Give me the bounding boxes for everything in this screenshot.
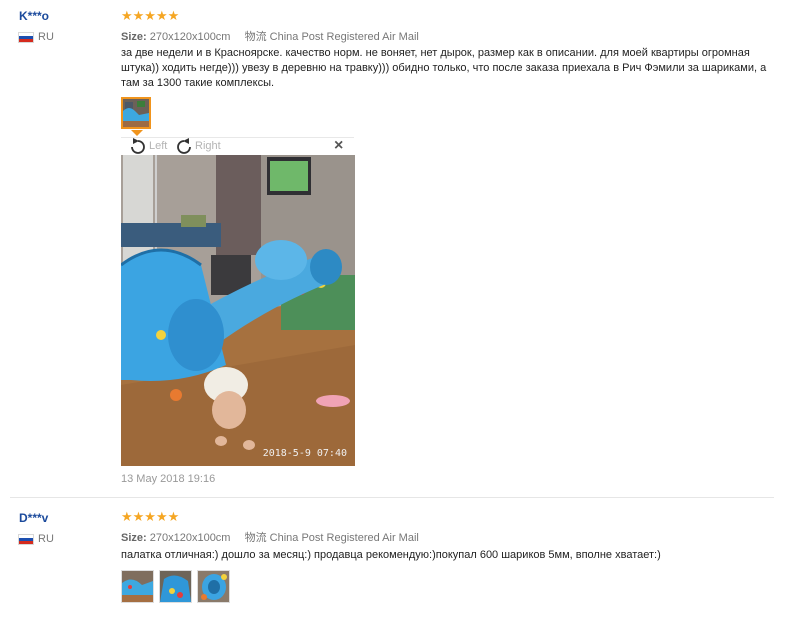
thumbnail-image [198,571,229,602]
review-photo-thumbnail[interactable] [121,570,154,603]
review-divider [10,497,774,498]
review-meta: Size: 270x120x100cm 物流 China Post Regist… [121,529,419,545]
rating-stars: ★★★★★ [121,8,180,23]
size-label: Size: [121,31,147,43]
thumbnail-pointer [131,130,143,136]
review-date: 13 May 2018 19:16 [121,473,216,485]
review-text: за две недели и в Красноярске. качество … [121,47,767,89]
enlarged-review-photo[interactable]: 2018-5-9 07:40 [121,155,355,466]
reviewer-country: RU [38,533,54,545]
shipping-method: 物流 China Post Registered Air Mail [244,31,419,43]
russia-flag-icon [18,534,34,545]
photo-image [121,155,355,466]
thumbnail-image [122,571,153,602]
size-value: 270x120x100cm [149,532,231,544]
size-value: 270x120x100cm [149,31,231,43]
review-photo-thumbnail[interactable] [121,97,151,129]
rotate-right-icon[interactable] [175,138,193,155]
russia-flag-icon [18,32,34,43]
thumbnail-image [123,99,149,127]
thumbnail-image [160,571,191,602]
review-text: палатка отличная:) дошло за месяц:) прод… [121,549,661,561]
review-photo-thumbnail[interactable] [197,570,230,603]
close-icon[interactable]: × [334,137,343,155]
rating-stars: ★★★★★ [121,509,180,524]
review-photo-thumbnail[interactable] [159,570,192,603]
rotate-left-icon[interactable] [129,138,147,155]
reviewer-name: K***o [19,9,50,23]
photo-timestamp: 2018-5-9 07:40 [262,448,347,459]
reviewer-country: RU [38,31,54,43]
shipping-method: 物流 China Post Registered Air Mail [244,532,419,544]
size-label: Size: [121,532,147,544]
reviewer-name: D***v [19,511,49,525]
rotate-right-button[interactable]: Right [195,140,221,152]
rotate-left-button[interactable]: Left [149,140,167,152]
review-meta: Size: 270x120x100cm 物流 China Post Regist… [121,28,419,44]
